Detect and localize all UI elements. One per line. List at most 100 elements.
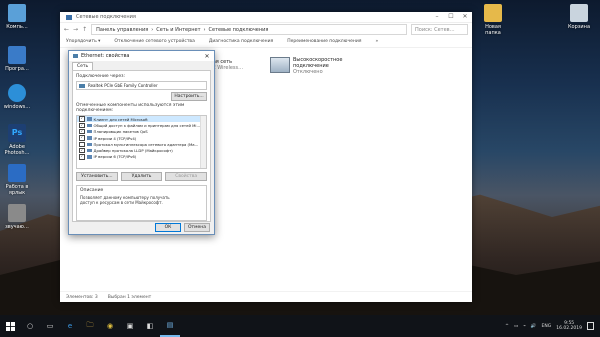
organize-menu[interactable]: Упорядочить ▾ [66,39,100,44]
items-count: Элементов: 3 [66,294,98,300]
up-arrow-icon[interactable]: ↑ [82,26,87,33]
tray-volume-icon[interactable]: 🔊 [531,324,537,329]
dialog-titlebar[interactable]: Ethernet: свойства ✕ [69,51,214,61]
description-text: Позволяет данному компьютеру получать до… [80,195,170,205]
network-adapter-icon [270,57,290,73]
app-icon[interactable]: ◧ [140,315,160,337]
recycle-bin-icon [570,4,588,22]
desktop-icon-new-folder[interactable]: Новая папка [478,4,508,36]
tray-network-icon[interactable]: ⌁ [523,324,526,329]
desktop-icon-photoshop[interactable]: Ps Adobe Photosh… [2,124,32,156]
network-card-icon [79,83,85,88]
photoshop-icon: Ps [8,124,26,142]
install-button[interactable]: Установить... [76,172,118,181]
connection-item-highspeed[interactable]: Высокоскоростное подключение Отключено [270,57,355,75]
tray-overflow-icon[interactable]: ^ [505,324,509,329]
input-language-indicator[interactable]: ENG [542,324,552,329]
dialog-close-button[interactable]: ✕ [200,53,214,60]
diagnose-command[interactable]: Диагностика подключения [209,39,273,44]
tray-battery-icon[interactable]: ▭ [514,324,518,329]
more-commands-button[interactable]: » [375,39,378,44]
taskbar: ○ ▭ e 🗀 ◉ ▣ ◧ ▤ ^ ▭ ⌁ 🔊 ENG 9:55 16.02.2… [0,315,600,337]
desktop-icon-programs[interactable]: Програ… [2,46,32,72]
task-view-icon[interactable]: ▭ [40,315,60,337]
component-icon [86,117,92,121]
component-icon [86,148,92,153]
components-list: ✓ Клиент для сетей Microsoft ✓ Общий дос… [76,115,207,169]
minimize-button[interactable]: – [430,12,444,22]
component-item[interactable]: ✓ IP версии 6 (TCP/IPv6) [77,154,206,160]
component-icon [86,136,92,140]
desktop-icon-windows[interactable]: windows… [2,84,32,110]
connect-through-label: Подключение через: [76,74,126,79]
windows-logo-icon [5,321,15,331]
checkbox[interactable] [79,141,85,148]
desktop-icon-shortcut[interactable]: Работа в ярлык [2,164,32,196]
notifications-icon[interactable] [587,322,594,330]
breadcrumb-separator: › [203,26,206,33]
remove-button[interactable]: Удалить [120,172,163,181]
checkbox[interactable]: ✓ [79,116,85,122]
folder-icon [484,4,502,22]
component-icon [86,129,92,134]
breadcrumb-control-panel[interactable]: Панель управления [96,27,148,33]
tab-network[interactable]: Сеть [72,62,94,70]
adapter-field: Realtek PCIe GbE Family Controller [76,81,207,90]
checkbox[interactable]: ✓ [79,122,85,129]
breadcrumb-separator: › [151,26,154,33]
component-buttons: Установить... Удалить Свойства [76,172,208,181]
breadcrumb-network-connections[interactable]: Сетевые подключения [209,27,269,33]
programs-icon [8,46,26,64]
component-item[interactable]: ✓ Общий доступ к файлам и принтерам для … [77,122,206,129]
dialog-buttons: ОК Отмена [155,223,210,232]
checkbox[interactable]: ✓ [79,128,85,135]
back-arrow-icon[interactable]: ← [64,26,69,33]
rename-command[interactable]: Переименование подключения [287,39,361,44]
chrome-icon[interactable]: ◉ [100,315,120,337]
ok-button[interactable]: ОК [155,223,181,232]
disable-device-command[interactable]: Отключение сетевого устройства [114,39,194,44]
windows-app-icon [8,84,26,102]
address-bar[interactable]: Панель управления › Сеть и Интернет › Се… [91,24,407,35]
search-icon[interactable]: ○ [20,315,40,337]
checkbox[interactable]: ✓ [79,147,85,154]
maximize-button[interactable]: ☐ [444,12,458,22]
desktop-icon-audio[interactable]: звучаю… [2,204,32,230]
audio-file-icon [8,204,26,222]
component-icon [86,142,92,147]
taskbar-clock[interactable]: 9:55 16.02.2019 [556,321,582,331]
connection-name: Высокоскоростное подключение [293,57,343,69]
status-bar: Элементов: 3 Выбран 1 элемент [60,291,472,302]
component-item[interactable]: Протокол мультиплексора сетевого адаптер… [77,141,206,148]
properties-button[interactable]: Свойства [165,172,208,181]
dialog-body: Подключение через: Realtek PCIe GbE Fami… [72,70,211,222]
clock-date: 16.02.2019 [556,326,582,331]
window-title: Сетевые подключения [76,14,136,20]
network-connections-taskbar-icon[interactable]: ▤ [160,315,180,337]
checkbox[interactable]: ✓ [79,154,85,160]
edge-browser-icon[interactable]: e [60,315,80,337]
desktop-icon-recycle-bin[interactable]: Корзина [564,4,594,30]
components-scrollbar[interactable] [200,116,206,168]
selected-count: Выбран 1 элемент [107,294,152,300]
checkbox[interactable]: ✓ [79,135,85,141]
configure-button[interactable]: Настроить... [171,92,207,101]
search-input[interactable]: Поиск: Сетев… [411,24,468,35]
forward-arrow-icon[interactable]: → [73,26,78,33]
connection-status: Отключено [293,69,323,75]
file-explorer-icon[interactable]: 🗀 [80,315,100,337]
description-label: Описание [80,188,104,193]
window-titlebar[interactable]: Сетевые подключения – ☐ ✕ [60,12,472,23]
description-group: Описание Позволяет данному компьютеру по… [76,185,207,221]
breadcrumb-network-internet[interactable]: Сеть и Интернет [156,27,200,33]
close-button[interactable]: ✕ [458,12,472,22]
address-row: ← → ↑ Панель управления › Сеть и Интерне… [60,23,472,36]
cancel-button[interactable]: Отмена [184,223,210,232]
start-button[interactable] [0,315,20,337]
ethernet-properties-dialog: Ethernet: свойства ✕ Сеть Подключение че… [68,50,215,235]
shortcut-icon [8,164,26,182]
desktop-icon-computer[interactable]: Компь… [2,4,32,30]
components-label: Отмеченные компоненты используются этим … [76,103,185,113]
app-icon[interactable]: ▣ [120,315,140,337]
system-tray: ^ ▭ ⌁ 🔊 ENG 9:55 16.02.2019 [505,321,600,331]
